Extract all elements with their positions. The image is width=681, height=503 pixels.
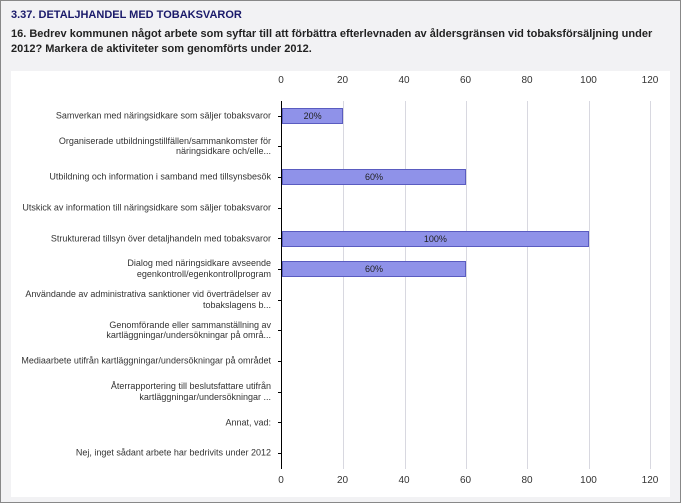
category-label: Användande av administrativa sanktioner … <box>13 289 273 311</box>
category-label: Återrapportering till beslutsfattare uti… <box>13 381 273 403</box>
tick-label: 100 <box>580 475 597 486</box>
bar-row: 60% <box>282 261 650 277</box>
category-label: Genomförande eller sammanställning av ka… <box>13 320 273 342</box>
bar-row <box>282 445 650 461</box>
header: 3.37. DETALJHANDEL MED TOBAKSVAROR 16. B… <box>1 1 680 63</box>
category-label: Nej, inget sådant arbete har bedrivits u… <box>13 448 273 459</box>
bar-value-label: 60% <box>283 262 465 276</box>
bar-value-label: 20% <box>283 109 342 123</box>
bar: 20% <box>282 108 343 124</box>
chart: 0 20 40 60 80 100 120 Samverkan med näringsidk… <box>11 71 670 497</box>
axis-top: 020406080100120 <box>281 75 650 93</box>
gridline <box>405 101 406 469</box>
bar-row <box>282 353 650 369</box>
bar-row <box>282 139 650 155</box>
bar-row <box>282 415 650 431</box>
tick-label: 80 <box>521 75 532 86</box>
bar-value-label: 60% <box>283 170 465 184</box>
category-label: Organiserade utbildningstillfällen/samma… <box>13 136 273 158</box>
bar-row: 100% <box>282 231 650 247</box>
bar-row <box>282 384 650 400</box>
bar: 100% <box>282 231 589 247</box>
bar-row <box>282 200 650 216</box>
bar-row: 60% <box>282 169 650 185</box>
gridline <box>527 101 528 469</box>
tick-label: 120 <box>642 475 659 486</box>
bar-value-label: 100% <box>283 232 588 246</box>
tick-label: 120 <box>642 75 659 86</box>
tick-label: 0 <box>278 475 284 486</box>
tick-label: 20 <box>337 475 348 486</box>
tick-label: 40 <box>398 475 409 486</box>
bar-row <box>282 323 650 339</box>
tick-label: 60 <box>460 475 471 486</box>
category-label: Strukturerad tillsyn över detaljhandeln … <box>13 233 273 244</box>
category-label: Mediaarbete utifrån kartläggningar/under… <box>13 356 273 367</box>
category-label: Utbildning och information i samband med… <box>13 172 273 183</box>
category-label: Utskick av information till näringsidkar… <box>13 203 273 214</box>
tick-label: 60 <box>460 75 471 86</box>
plot-area: 20% 60% 100% 60% <box>281 101 650 469</box>
gridline <box>466 101 467 469</box>
bar: 60% <box>282 169 466 185</box>
question-text: 16. Bedrev kommunen något arbete som syf… <box>11 27 670 57</box>
gridline <box>650 101 651 469</box>
tick-label: 20 <box>337 75 348 86</box>
bar-row <box>282 292 650 308</box>
category-label: Annat, vad: <box>13 417 273 428</box>
bar-row: 20% <box>282 108 650 124</box>
section-title: 3.37. DETALJHANDEL MED TOBAKSVAROR <box>11 9 670 21</box>
category-labels: Samverkan med näringsidkare som säljer t… <box>11 101 273 469</box>
gridline <box>343 101 344 469</box>
gridline <box>589 101 590 469</box>
bar: 60% <box>282 261 466 277</box>
tick-label: 80 <box>521 475 532 486</box>
tick-label: 100 <box>580 75 597 86</box>
category-label: Samverkan med näringsidkare som säljer t… <box>13 111 273 122</box>
axis-bottom: 020406080100120 <box>281 475 650 493</box>
category-label: Dialog med näringsidkare avseende egenko… <box>13 259 273 281</box>
tick-label: 0 <box>278 75 284 86</box>
tick-label: 40 <box>398 75 409 86</box>
